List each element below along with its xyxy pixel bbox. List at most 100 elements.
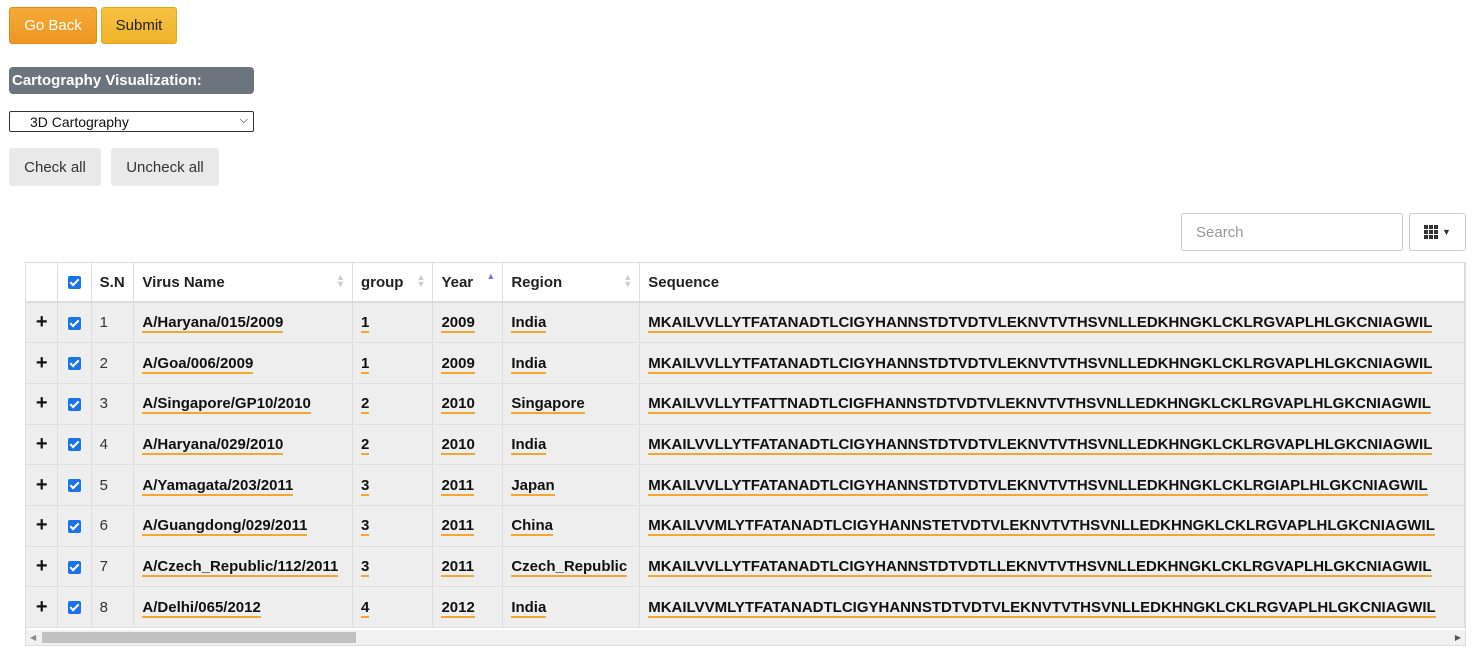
group-link[interactable]: 3 [360, 476, 370, 496]
cell-year: 2011 [432, 546, 504, 588]
search-input[interactable]: Search [1181, 213, 1403, 251]
checkbox-checked-icon[interactable] [68, 276, 82, 290]
region-link[interactable]: Japan [511, 476, 555, 496]
visualization-select[interactable]: 3D Cartography ⌵ [9, 111, 254, 132]
virus-name-link[interactable]: A/Guangdong/029/2011 [142, 517, 308, 537]
year-link[interactable]: 2011 [441, 557, 474, 577]
scrollbar-thumb[interactable] [42, 632, 356, 643]
cell-virus-name: A/Haryana/015/2009 [133, 302, 353, 344]
group-link[interactable]: 2 [360, 395, 370, 415]
checkbox-checked-icon[interactable] [68, 560, 82, 574]
region-link[interactable]: India [511, 435, 547, 455]
sequence-link[interactable]: MKAILVVLLYTFATTNADTLCIGFHANNSTDTVDTVLEKN… [648, 395, 1431, 415]
year-link[interactable]: 2012 [441, 598, 475, 618]
checkbox-checked-icon[interactable] [68, 479, 82, 493]
cell-year: 2012 [432, 586, 504, 628]
go-back-button[interactable]: Go Back [9, 7, 97, 44]
table-row: +2 A/Goa/006/2009 1 2009 India MKAILVVLLYTFAT… [26, 342, 1465, 384]
virus-name-link[interactable]: A/Singapore/GP10/2010 [142, 395, 311, 415]
expand-row-icon[interactable]: + [26, 302, 59, 344]
row-checkbox[interactable] [57, 586, 92, 628]
virus-name-link[interactable]: A/Delhi/065/2012 [142, 598, 261, 618]
year-link[interactable]: 2009 [441, 354, 475, 374]
group-link[interactable]: 3 [360, 517, 370, 537]
sort-ascending-icon: ▲ [486, 271, 496, 281]
header-region[interactable]: Region ▲ ▼ [502, 263, 641, 303]
year-link[interactable]: 2010 [441, 435, 475, 455]
year-link[interactable]: 2011 [441, 476, 474, 496]
header-virus-name[interactable]: Virus Name ▲ ▼ [133, 263, 353, 303]
cell-sequence: MKAILVVLLYTFATANADTLCIGYHANNSTDTVDTVLEKN… [639, 342, 1465, 384]
sequence-link[interactable]: MKAILVVLLYTFATANADTLCIGYHANNSTDTVDTVLEKN… [648, 314, 1433, 334]
expand-row-icon[interactable]: + [26, 546, 59, 588]
group-link[interactable]: 2 [360, 435, 370, 455]
sequence-link[interactable]: MKAILVVMLYTFATANADTLCIGYHANNSTETVDTVLEKN… [648, 517, 1435, 537]
checkbox-checked-icon[interactable] [68, 316, 82, 330]
sequence-link[interactable]: MKAILVVMLYTFATANADTLCIGYHANNSTDTVDTVLEKN… [648, 598, 1436, 618]
expand-row-icon[interactable]: + [26, 424, 59, 466]
expand-row-icon[interactable]: + [26, 586, 59, 628]
cell-virus-name: A/Yamagata/203/2011 [133, 464, 353, 506]
row-checkbox[interactable] [57, 383, 92, 425]
scroll-right-icon[interactable]: ▶ [1455, 633, 1461, 642]
row-checkbox[interactable] [57, 546, 92, 588]
row-checkbox[interactable] [57, 464, 92, 506]
expand-row-icon[interactable]: + [26, 383, 59, 425]
region-link[interactable]: Singapore [511, 395, 585, 415]
virus-name-link[interactable]: A/Haryana/015/2009 [142, 314, 284, 334]
cell-sn: 3 [91, 383, 135, 425]
uncheck-all-button[interactable]: Uncheck all [111, 148, 219, 186]
columns-toggle-button[interactable]: ▼ [1409, 213, 1466, 251]
year-link[interactable]: 2010 [441, 395, 475, 415]
scroll-left-icon[interactable]: ◀ [30, 633, 36, 642]
checkbox-checked-icon[interactable] [68, 357, 82, 371]
submit-button[interactable]: Submit [101, 7, 177, 44]
row-checkbox[interactable] [57, 505, 92, 547]
year-link[interactable]: 2009 [441, 314, 475, 334]
header-group[interactable]: group ▲ ▼ [352, 263, 434, 303]
header-virus-name-label: Virus Name [142, 273, 225, 291]
cell-sequence: MKAILVVLLYTFATANADTLCIGYHANNSTDTVDTVLEKN… [639, 464, 1465, 506]
expand-row-icon[interactable]: + [26, 342, 59, 384]
group-link[interactable]: 3 [360, 557, 370, 577]
sequence-link[interactable]: MKAILVVLLYTFATANADTLCIGYHANNSTDTVDTVLEKN… [648, 476, 1428, 496]
cell-region: Czech_Republic [502, 546, 641, 588]
virus-name-link[interactable]: A/Yamagata/203/2011 [142, 476, 294, 496]
region-link[interactable]: China [511, 517, 553, 537]
checkbox-checked-icon[interactable] [68, 438, 82, 452]
year-link[interactable]: 2011 [441, 517, 474, 537]
virus-name-link[interactable]: A/Czech_Republic/112/2011 [142, 557, 339, 577]
region-link[interactable]: India [511, 598, 547, 618]
virus-name-link[interactable]: A/Goa/006/2009 [142, 354, 254, 374]
sequence-link[interactable]: MKAILVVLLYTFATANADTLCIGYHANNSTDTVDTVLEKN… [648, 435, 1433, 455]
group-link[interactable]: 4 [360, 598, 370, 618]
row-checkbox[interactable] [57, 424, 92, 466]
cell-group: 3 [352, 464, 434, 506]
sequence-link[interactable]: MKAILVVLLYTFATANADTLCIGYHANNSTDTVDTVLEKN… [648, 354, 1433, 374]
select-all-checkbox-header[interactable] [57, 263, 92, 303]
virus-name-link[interactable]: A/Haryana/029/2010 [142, 435, 284, 455]
virus-table: S.N Virus Name ▲ ▼ group ▲ ▼ Year ▲ Region ▲ ▼ … [26, 263, 1465, 628]
expand-row-icon[interactable]: + [26, 505, 59, 547]
check-all-button[interactable]: Check all [9, 148, 101, 186]
region-link[interactable]: Czech_Republic [511, 557, 628, 577]
region-link[interactable]: India [511, 314, 547, 334]
cell-group: 4 [352, 586, 434, 628]
checkbox-checked-icon[interactable] [68, 519, 82, 533]
header-year[interactable]: Year ▲ [432, 263, 504, 303]
row-checkbox[interactable] [57, 302, 92, 344]
horizontal-scrollbar[interactable]: ◀ ▶ [26, 630, 1465, 645]
cell-sn: 7 [91, 546, 135, 588]
row-checkbox[interactable] [57, 342, 92, 384]
expand-row-icon[interactable]: + [26, 464, 59, 506]
group-link[interactable]: 1 [360, 354, 370, 374]
cell-group: 3 [352, 546, 434, 588]
region-link[interactable]: India [511, 354, 547, 374]
checkbox-checked-icon[interactable] [68, 601, 82, 615]
checkbox-checked-icon[interactable] [68, 397, 82, 411]
group-link[interactable]: 1 [360, 314, 370, 334]
cell-region: China [502, 505, 641, 547]
cell-sn: 6 [91, 505, 135, 547]
sequence-link[interactable]: MKAILVVLLYTFATANADTLCIGYHANNSTDTVDTLLEKN… [648, 557, 1432, 577]
virus-table-container: S.N Virus Name ▲ ▼ group ▲ ▼ Year ▲ Region ▲ ▼ … [25, 262, 1466, 646]
